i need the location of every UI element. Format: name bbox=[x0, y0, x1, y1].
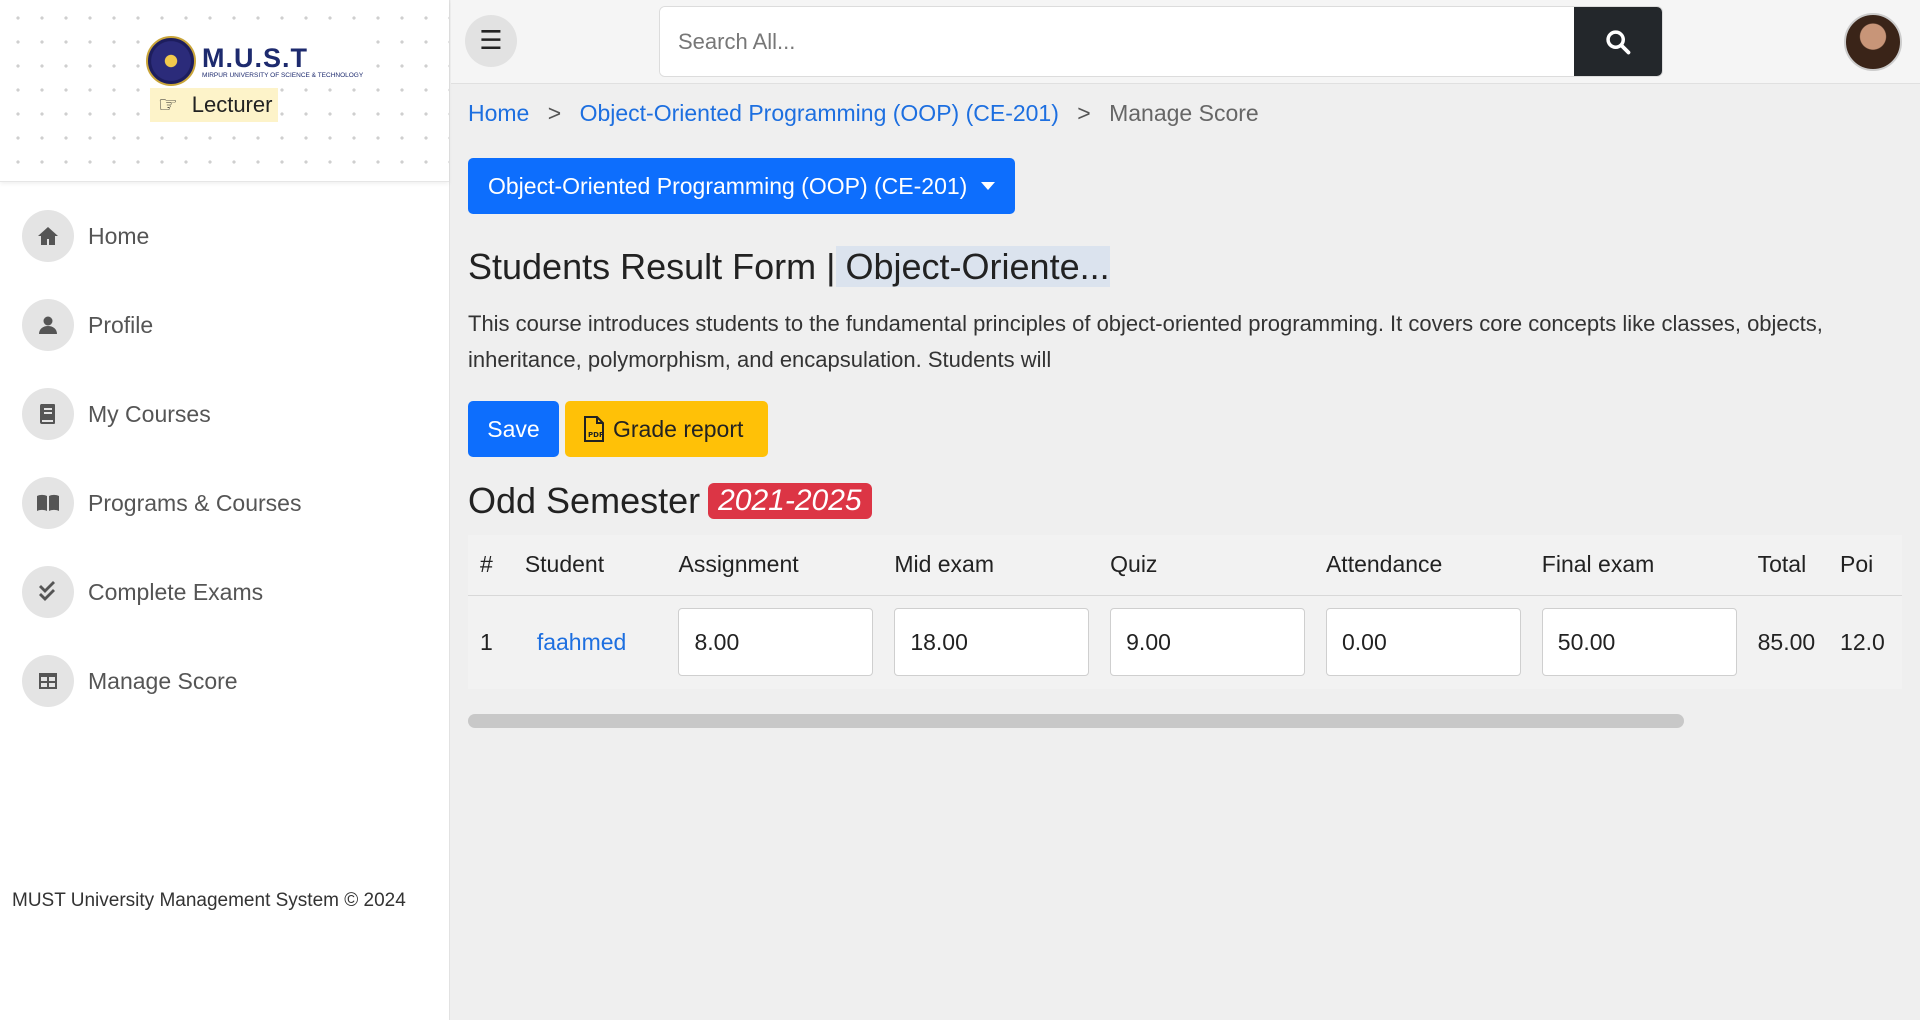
page-title-course: Object-Oriente... bbox=[835, 246, 1110, 287]
sidebar-item-label: Manage Score bbox=[88, 667, 238, 694]
grade-report-button[interactable]: PDF Grade report bbox=[565, 401, 768, 457]
table-header-row: # Student Assignment Mid exam Quiz Atten… bbox=[468, 535, 1902, 595]
open-book-icon bbox=[22, 477, 74, 529]
search-input[interactable] bbox=[660, 7, 1574, 76]
sidebar-item-label: My Courses bbox=[88, 400, 211, 427]
score-table: # Student Assignment Mid exam Quiz Atten… bbox=[468, 535, 1902, 689]
score-table-container: # Student Assignment Mid exam Quiz Atten… bbox=[468, 535, 1902, 689]
book-icon bbox=[22, 388, 74, 440]
check-double-icon bbox=[22, 566, 74, 618]
course-description: This course introduces students to the f… bbox=[468, 311, 1823, 372]
semester-heading: Odd Semester 2021-2025 bbox=[468, 480, 872, 522]
column-header-attendance: Attendance bbox=[1325, 551, 1443, 578]
column-header-point: Poi bbox=[1840, 551, 1874, 578]
hand-pointer-icon: ☞ bbox=[158, 92, 178, 118]
breadcrumb-separator: > bbox=[1077, 100, 1091, 126]
sidebar-item-manage-score[interactable]: Manage Score bbox=[22, 655, 301, 707]
menu-toggle-button[interactable]: ☰ bbox=[465, 15, 517, 67]
sidebar-item-home[interactable]: Home bbox=[22, 210, 301, 262]
mid-exam-score-input[interactable] bbox=[894, 608, 1090, 676]
logo-subtitle: MIRPUR UNIVERSITY OF SCIENCE & TECHNOLOG… bbox=[202, 71, 364, 79]
role-label: Lecturer bbox=[191, 92, 273, 117]
search-box bbox=[659, 6, 1663, 77]
breadcrumb: Home > Object-Oriented Programming (OOP)… bbox=[468, 100, 1259, 127]
pdf-file-icon: PDF bbox=[584, 416, 604, 442]
logo-title: M.U.S.T bbox=[202, 42, 308, 73]
svg-text:PDF: PDF bbox=[588, 431, 604, 439]
sidebar-item-label: Programs & Courses bbox=[88, 489, 302, 516]
attendance-score-input[interactable] bbox=[1325, 608, 1521, 676]
course-select-dropdown[interactable]: Object-Oriented Programming (OOP) (CE-20… bbox=[468, 158, 1016, 214]
page-title: Students Result Form | Object-Oriente... bbox=[468, 246, 1110, 288]
column-header-quiz: Quiz bbox=[1110, 551, 1158, 578]
sidebar-header: M.U.S.T MIRPUR UNIVERSITY OF SCIENCE & T… bbox=[0, 0, 449, 182]
page-title-prefix: Students Result Form | bbox=[468, 246, 836, 287]
university-logo[interactable]: M.U.S.T MIRPUR UNIVERSITY OF SCIENCE & T… bbox=[142, 34, 368, 88]
university-seal-icon bbox=[146, 36, 196, 86]
breadcrumb-home-link[interactable]: Home bbox=[468, 100, 529, 126]
sidebar-item-label: Complete Exams bbox=[88, 578, 264, 605]
point-value: 12.0 bbox=[1840, 628, 1885, 655]
column-header-student: Student bbox=[524, 551, 605, 578]
assignment-score-input[interactable] bbox=[678, 608, 874, 676]
semester-year-badge: 2021-2025 bbox=[708, 483, 872, 519]
row-number: 1 bbox=[480, 628, 493, 655]
semester-title: Odd Semester bbox=[468, 480, 701, 521]
column-header-number: # bbox=[480, 551, 493, 578]
column-header-final-exam: Final exam bbox=[1541, 551, 1655, 578]
footer-copyright: MUST University Management System © 2024 bbox=[12, 890, 406, 911]
breadcrumb-course-link[interactable]: Object-Oriented Programming (OOP) (CE-20… bbox=[580, 100, 1059, 126]
course-dropdown-label: Object-Oriented Programming (OOP) (CE-20… bbox=[488, 172, 968, 199]
sidebar-item-my-courses[interactable]: My Courses bbox=[22, 388, 301, 440]
column-header-assignment: Assignment bbox=[678, 551, 799, 578]
sidebar-item-profile[interactable]: Profile bbox=[22, 299, 301, 351]
role-badge: ☞ Lecturer bbox=[150, 88, 279, 122]
horizontal-scrollbar[interactable] bbox=[468, 714, 1684, 728]
home-icon bbox=[22, 210, 74, 262]
caret-down-icon bbox=[981, 182, 996, 190]
breadcrumb-current: Manage Score bbox=[1109, 100, 1259, 126]
sidebar-item-programs-courses[interactable]: Programs & Courses bbox=[22, 477, 301, 529]
hamburger-icon: ☰ bbox=[479, 26, 503, 56]
total-score: 85.00 bbox=[1757, 628, 1816, 655]
quiz-score-input[interactable] bbox=[1110, 608, 1306, 676]
sidebar-nav: Home Profile My Courses Programs & Cours… bbox=[22, 210, 301, 744]
topbar: ☰ bbox=[451, 0, 1920, 84]
column-header-mid-exam: Mid exam bbox=[894, 551, 995, 578]
table-row: 1 faahmed 85.00 12.0 bbox=[468, 595, 1902, 689]
column-header-total: Total bbox=[1757, 551, 1807, 578]
search-icon bbox=[1606, 29, 1631, 54]
final-exam-score-input[interactable] bbox=[1541, 608, 1737, 676]
sidebar: M.U.S.T MIRPUR UNIVERSITY OF SCIENCE & T… bbox=[0, 0, 450, 1020]
student-link[interactable]: faahmed bbox=[525, 629, 627, 655]
table-icon bbox=[22, 655, 74, 707]
sidebar-item-label: Profile bbox=[88, 311, 154, 338]
sidebar-item-complete-exams[interactable]: Complete Exams bbox=[22, 566, 301, 618]
user-icon bbox=[22, 299, 74, 351]
grade-report-label: Grade report bbox=[613, 415, 744, 442]
save-button[interactable]: Save bbox=[468, 401, 559, 457]
sidebar-item-label: Home bbox=[88, 222, 150, 249]
breadcrumb-separator: > bbox=[547, 100, 562, 126]
search-button[interactable] bbox=[1574, 7, 1662, 76]
user-avatar[interactable] bbox=[1844, 13, 1902, 71]
